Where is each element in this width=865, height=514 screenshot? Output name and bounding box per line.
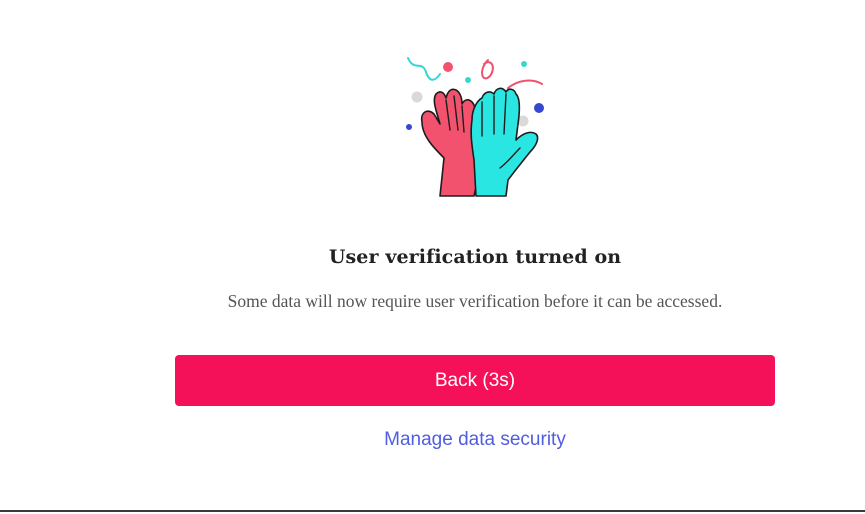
- dialog-title: User verification turned on: [328, 246, 622, 268]
- dialog-message: Some data will now require user verifica…: [227, 291, 723, 311]
- verification-success-dialog: User verification turned on Some data wi…: [0, 0, 865, 514]
- back-button[interactable]: Back (3s): [175, 355, 775, 406]
- bottom-divider: [0, 510, 865, 512]
- high-five-celebration-icon: [406, 57, 544, 197]
- manage-data-security-link[interactable]: Manage data security: [0, 429, 865, 451]
